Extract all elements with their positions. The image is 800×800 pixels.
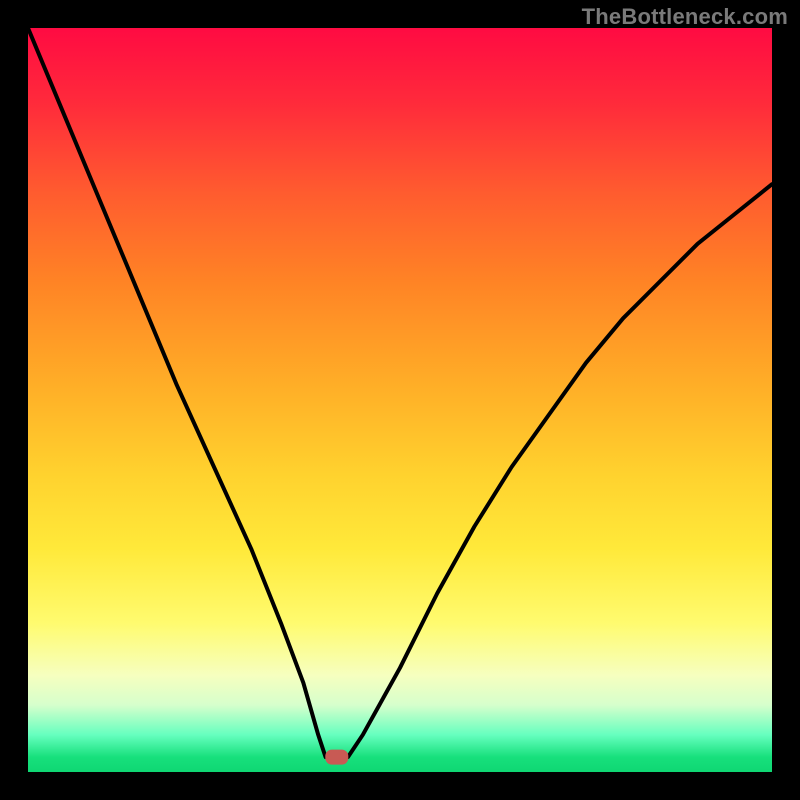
watermark-text: TheBottleneck.com (582, 4, 788, 30)
bottleneck-curve (28, 28, 772, 757)
optimum-marker (326, 750, 348, 764)
chart-frame: TheBottleneck.com (0, 0, 800, 800)
curve-layer (28, 28, 772, 772)
plot-area (28, 28, 772, 772)
